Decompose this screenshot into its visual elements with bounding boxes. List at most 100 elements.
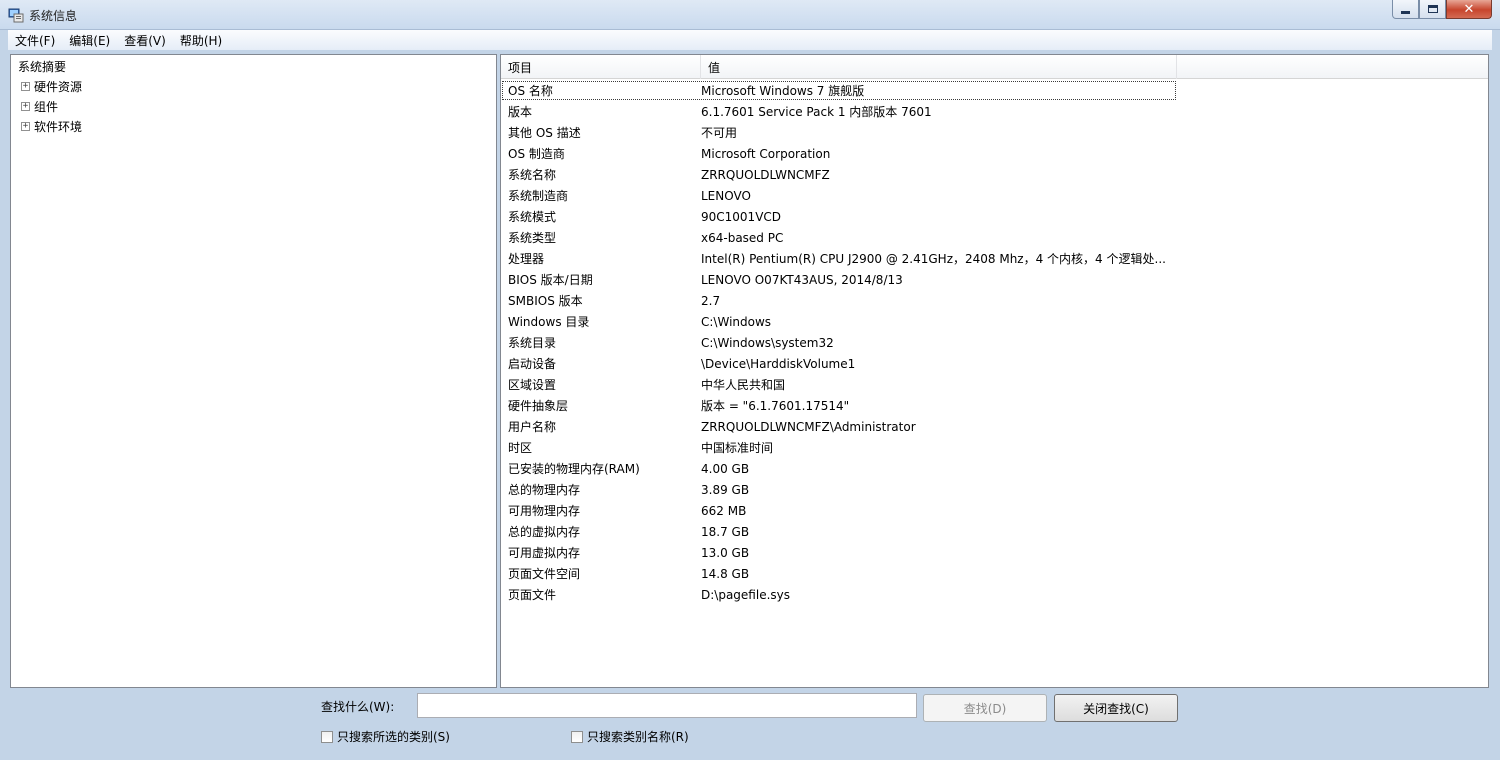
row-value: 3.89 GB	[701, 482, 750, 497]
table-row[interactable]: 系统制造商 LENOVO	[501, 185, 1488, 206]
row-item: 版本	[508, 105, 533, 119]
row-value: 90C1001VCD	[701, 209, 782, 224]
row-item: 时区	[508, 441, 533, 455]
row-item: 启动设备	[508, 357, 557, 371]
row-item: 系统制造商	[508, 189, 569, 203]
table-row[interactable]: 处理器 Intel(R) Pentium(R) CPU J2900 @ 2.41G…	[501, 248, 1488, 269]
tree-node-system-summary[interactable]: 系统摘要	[18, 56, 66, 76]
table-row[interactable]: 系统目录 C:\Windows\system32	[501, 332, 1488, 353]
table-row[interactable]: 系统类型 x64-based PC	[501, 227, 1488, 248]
system-information-icon	[8, 8, 24, 23]
find-button[interactable]: 查找(D)	[923, 694, 1047, 722]
tree-node-hardware-resources[interactable]: + 硬件资源	[21, 76, 82, 96]
row-value: x64-based PC	[701, 230, 784, 245]
row-value: 不可用	[701, 126, 738, 140]
tree-node-components[interactable]: + 组件	[21, 96, 58, 116]
row-item: 系统模式	[508, 210, 557, 224]
expand-icon[interactable]: +	[21, 81, 30, 91]
row-value: 中华人民共和国	[701, 378, 786, 392]
checkbox-box[interactable]	[571, 730, 583, 743]
table-row[interactable]: BIOS 版本/日期 LENOVO O07KT43AUS, 2014/8/13	[501, 269, 1488, 290]
menu-view[interactable]: 查看(V)	[117, 32, 173, 49]
row-item: 页面文件	[508, 588, 557, 602]
search-selected-category-checkbox[interactable]: 只搜索所选的类别(S)	[321, 728, 450, 745]
maximize-button[interactable]	[1419, 0, 1446, 19]
find-input[interactable]	[417, 693, 917, 718]
row-item: 系统名称	[508, 168, 557, 182]
minimize-button[interactable]	[1392, 0, 1419, 19]
column-header-value[interactable]: 值	[701, 55, 1177, 79]
close-find-button[interactable]: 关闭查找(C)	[1054, 694, 1178, 722]
checkbox-box[interactable]	[321, 730, 333, 743]
column-header-item[interactable]: 项目	[501, 55, 701, 79]
table-row[interactable]: 可用物理内存 662 MB	[501, 500, 1488, 521]
tree-node-label: 系统摘要	[18, 59, 67, 74]
tree-node-label: 硬件资源	[34, 79, 83, 94]
row-value: ZRRQUOLDLWNCMFZ	[701, 167, 830, 182]
tree-node-label: 软件环境	[34, 119, 83, 134]
row-value: 2.7	[701, 293, 721, 308]
table-row[interactable]: 启动设备 \Device\HarddiskVolume1	[501, 353, 1488, 374]
maximize-icon	[1427, 5, 1438, 13]
row-item: 可用虚拟内存	[508, 546, 581, 560]
table-row[interactable]: 硬件抽象层 版本 = "6.1.7601.17514"	[501, 395, 1488, 416]
table-row[interactable]: 版本 6.1.7601 Service Pack 1 内部版本 7601	[501, 101, 1488, 122]
menu-edit[interactable]: 编辑(E)	[62, 32, 117, 49]
row-item: BIOS 版本/日期	[508, 273, 593, 287]
table-row[interactable]: 页面文件 D:\pagefile.sys	[501, 584, 1488, 605]
table-row[interactable]: Windows 目录 C:\Windows	[501, 311, 1488, 332]
find-bar: 查找什么(W): 查找(D) 关闭查找(C) 只搜索所选的类别(S) 只搜索类别…	[8, 690, 1492, 760]
table-row[interactable]: 已安装的物理内存(RAM) 4.00 GB	[501, 458, 1488, 479]
row-value: Intel(R) Pentium(R) CPU J2900 @ 2.41GHz，…	[701, 252, 1166, 266]
row-value: D:\pagefile.sys	[701, 587, 790, 602]
table-row[interactable]: 系统模式 90C1001VCD	[501, 206, 1488, 227]
row-item: OS 名称	[508, 84, 553, 98]
close-icon: ✕	[1463, 1, 1475, 17]
row-item: 系统目录	[508, 336, 557, 350]
checkbox-label: 只搜索类别名称(R)	[587, 730, 689, 744]
category-tree[interactable]: 系统摘要 + 硬件资源 + 组件 + 软件环境	[10, 54, 497, 688]
table-row[interactable]: 区域设置 中华人民共和国	[501, 374, 1488, 395]
expand-icon[interactable]: +	[21, 101, 30, 111]
row-item: 总的虚拟内存	[508, 525, 581, 539]
table-row[interactable]: 页面文件空间 14.8 GB	[501, 563, 1488, 584]
tree-node-label: 组件	[34, 99, 59, 114]
table-row[interactable]: OS 制造商 Microsoft Corporation	[501, 143, 1488, 164]
menu-bar: 文件(F) 编辑(E) 查看(V) 帮助(H)	[8, 30, 1492, 50]
row-value: 中国标准时间	[701, 441, 774, 455]
table-row[interactable]: 可用虚拟内存 13.0 GB	[501, 542, 1488, 563]
menu-file[interactable]: 文件(F)	[8, 32, 62, 49]
row-item: SMBIOS 版本	[508, 294, 583, 308]
expand-icon[interactable]: +	[21, 121, 30, 131]
row-item: 用户名称	[508, 420, 557, 434]
search-category-names-checkbox[interactable]: 只搜索类别名称(R)	[571, 728, 689, 745]
row-value: \Device\HarddiskVolume1	[701, 356, 856, 371]
window-title: 系统信息	[29, 9, 78, 23]
table-row[interactable]: 系统名称 ZRRQUOLDLWNCMFZ	[501, 164, 1488, 185]
close-button[interactable]: ✕	[1446, 0, 1492, 19]
row-value: 6.1.7601 Service Pack 1 内部版本 7601	[701, 105, 932, 119]
column-header: 项目 值	[501, 55, 1488, 79]
row-item: 已安装的物理内存(RAM)	[508, 462, 640, 476]
title-bar[interactable]: 系统信息 ✕	[0, 0, 1500, 30]
details-list[interactable]: 项目 值 OS 名称 Microsoft Windows 7 旗舰版版本 6.1.7…	[500, 54, 1489, 688]
row-item: Windows 目录	[508, 315, 590, 329]
table-row[interactable]: 总的虚拟内存 18.7 GB	[501, 521, 1488, 542]
menu-help[interactable]: 帮助(H)	[173, 32, 229, 49]
tree-node-software-environment[interactable]: + 软件环境	[21, 116, 82, 136]
table-row[interactable]: SMBIOS 版本 2.7	[501, 290, 1488, 311]
window-controls: ✕	[1392, 0, 1492, 20]
find-label: 查找什么(W):	[321, 700, 395, 714]
row-value: Microsoft Corporation	[701, 146, 831, 161]
row-value: C:\Windows	[701, 314, 772, 329]
table-row[interactable]: OS 名称 Microsoft Windows 7 旗舰版	[501, 80, 1177, 101]
row-item: 硬件抽象层	[508, 399, 569, 413]
table-row[interactable]: 其他 OS 描述 不可用	[501, 122, 1488, 143]
table-row[interactable]: 时区 中国标准时间	[501, 437, 1488, 458]
table-row[interactable]: 总的物理内存 3.89 GB	[501, 479, 1488, 500]
table-row[interactable]: 用户名称 ZRRQUOLDLWNCMFZ\Administrator	[501, 416, 1488, 437]
row-value: 13.0 GB	[701, 545, 750, 560]
row-value: 4.00 GB	[701, 461, 750, 476]
row-item: OS 制造商	[508, 147, 565, 161]
row-item: 总的物理内存	[508, 483, 581, 497]
